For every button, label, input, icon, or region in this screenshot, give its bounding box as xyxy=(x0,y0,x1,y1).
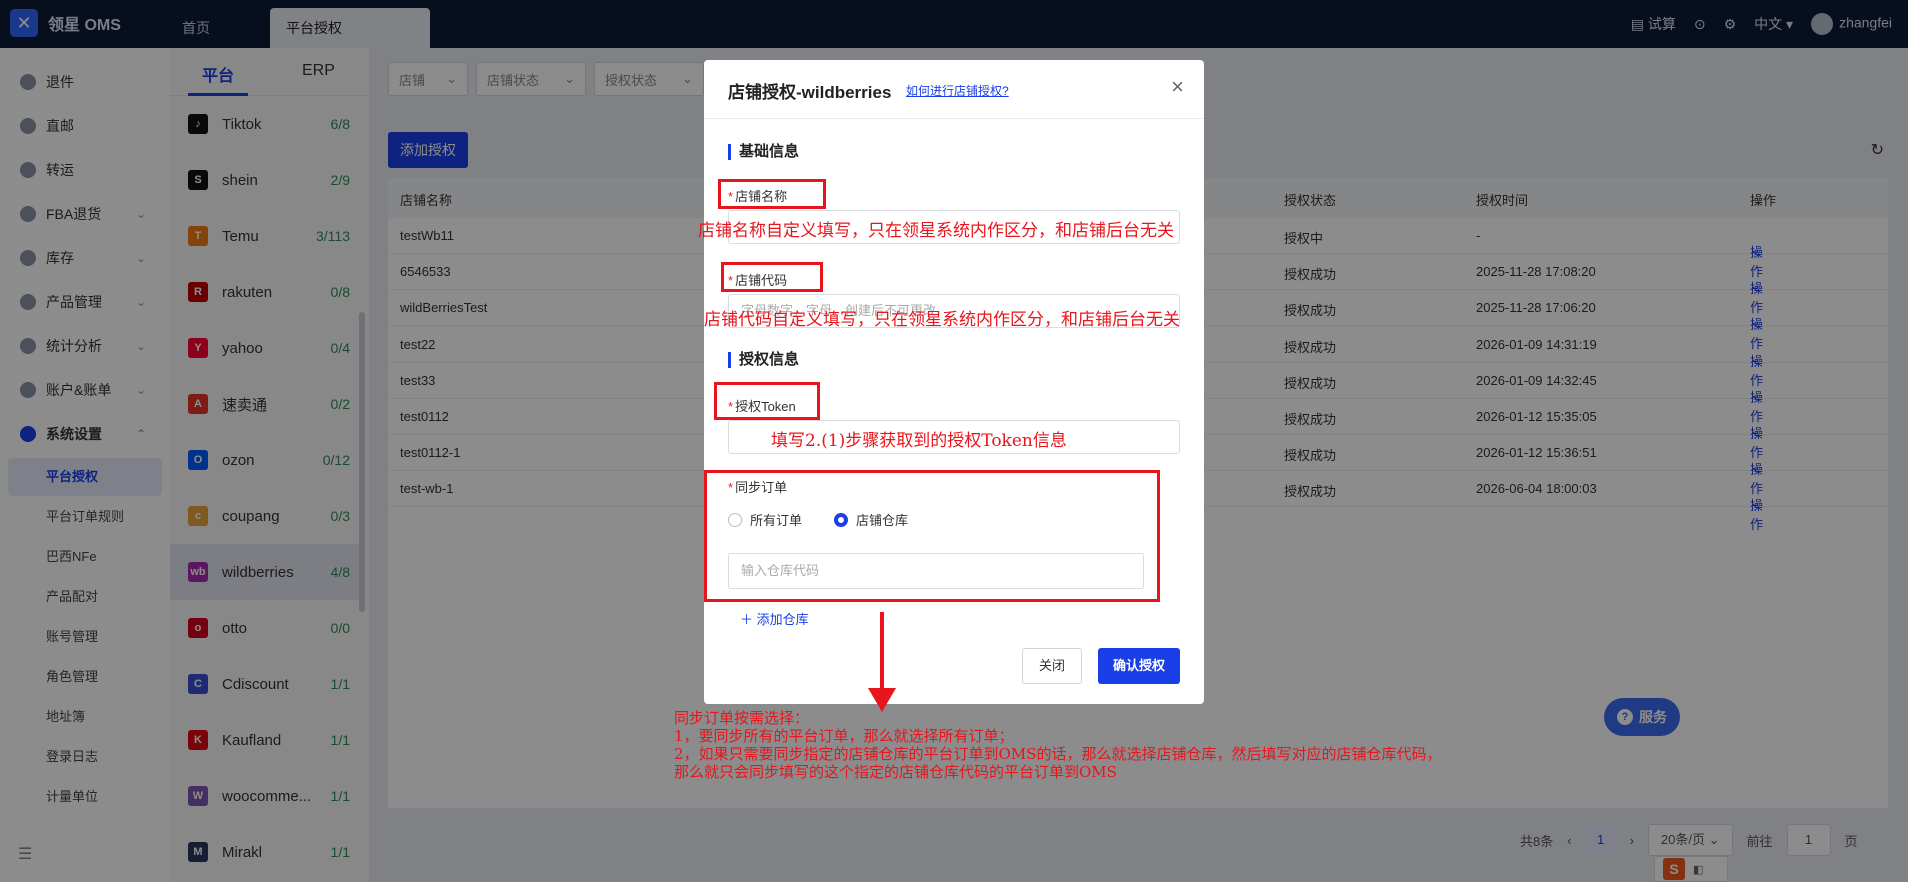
sync-note-line: 那么就只会同步填写的这个指定的店铺仓库代码的平台订单到OMS xyxy=(674,763,1117,781)
close-button[interactable]: 关闭 xyxy=(1022,648,1082,684)
annotation-token: 填写2.(1)步骤获取到的授权Token信息 xyxy=(771,431,1067,451)
sync-note-line: 1，要同步所有的平台订单，那么就选择所有订单； xyxy=(674,727,1014,745)
annotation-sync-notes: 同步订单按需选择： 1，要同步所有的平台订单，那么就选择所有订单； 2，如果只需… xyxy=(674,709,1441,781)
annotation-shop-name: 店铺名称自定义填写，只在领星系统内作区分，和店铺后台无关 xyxy=(698,221,1174,241)
plus-icon: ＋ xyxy=(740,612,754,627)
sync-note-line: 同步订单按需选择： xyxy=(674,709,810,727)
highlight-shop-name xyxy=(718,179,826,209)
close-icon[interactable]: × xyxy=(1171,74,1184,100)
add-warehouse-button[interactable]: ＋ 添加仓库 xyxy=(740,609,809,628)
help-link[interactable]: 如何进行店铺授权? xyxy=(906,82,1009,99)
section-basic-info: 基础信息 xyxy=(728,144,799,160)
add-warehouse-label: 添加仓库 xyxy=(756,612,809,627)
dialog-title: 店铺授权-wildberries xyxy=(728,83,892,102)
highlight-token xyxy=(714,382,820,420)
sync-note-line: 2，如果只需要同步指定的店铺仓库的平台订单到OMS的话，那么就选择店铺仓库，然后… xyxy=(674,745,1442,763)
dialog-divider xyxy=(704,118,1204,119)
highlight-sync-orders xyxy=(704,470,1160,602)
annotation-shop-code: 店铺代码自定义填写，只在领星系统内作区分，和店铺后台无关 xyxy=(704,310,1180,330)
confirm-auth-button[interactable]: 确认授权 xyxy=(1098,648,1180,684)
highlight-shop-code xyxy=(721,262,823,292)
annotation-arrow-shaft xyxy=(880,612,884,694)
section-auth-info: 授权信息 xyxy=(728,352,799,368)
